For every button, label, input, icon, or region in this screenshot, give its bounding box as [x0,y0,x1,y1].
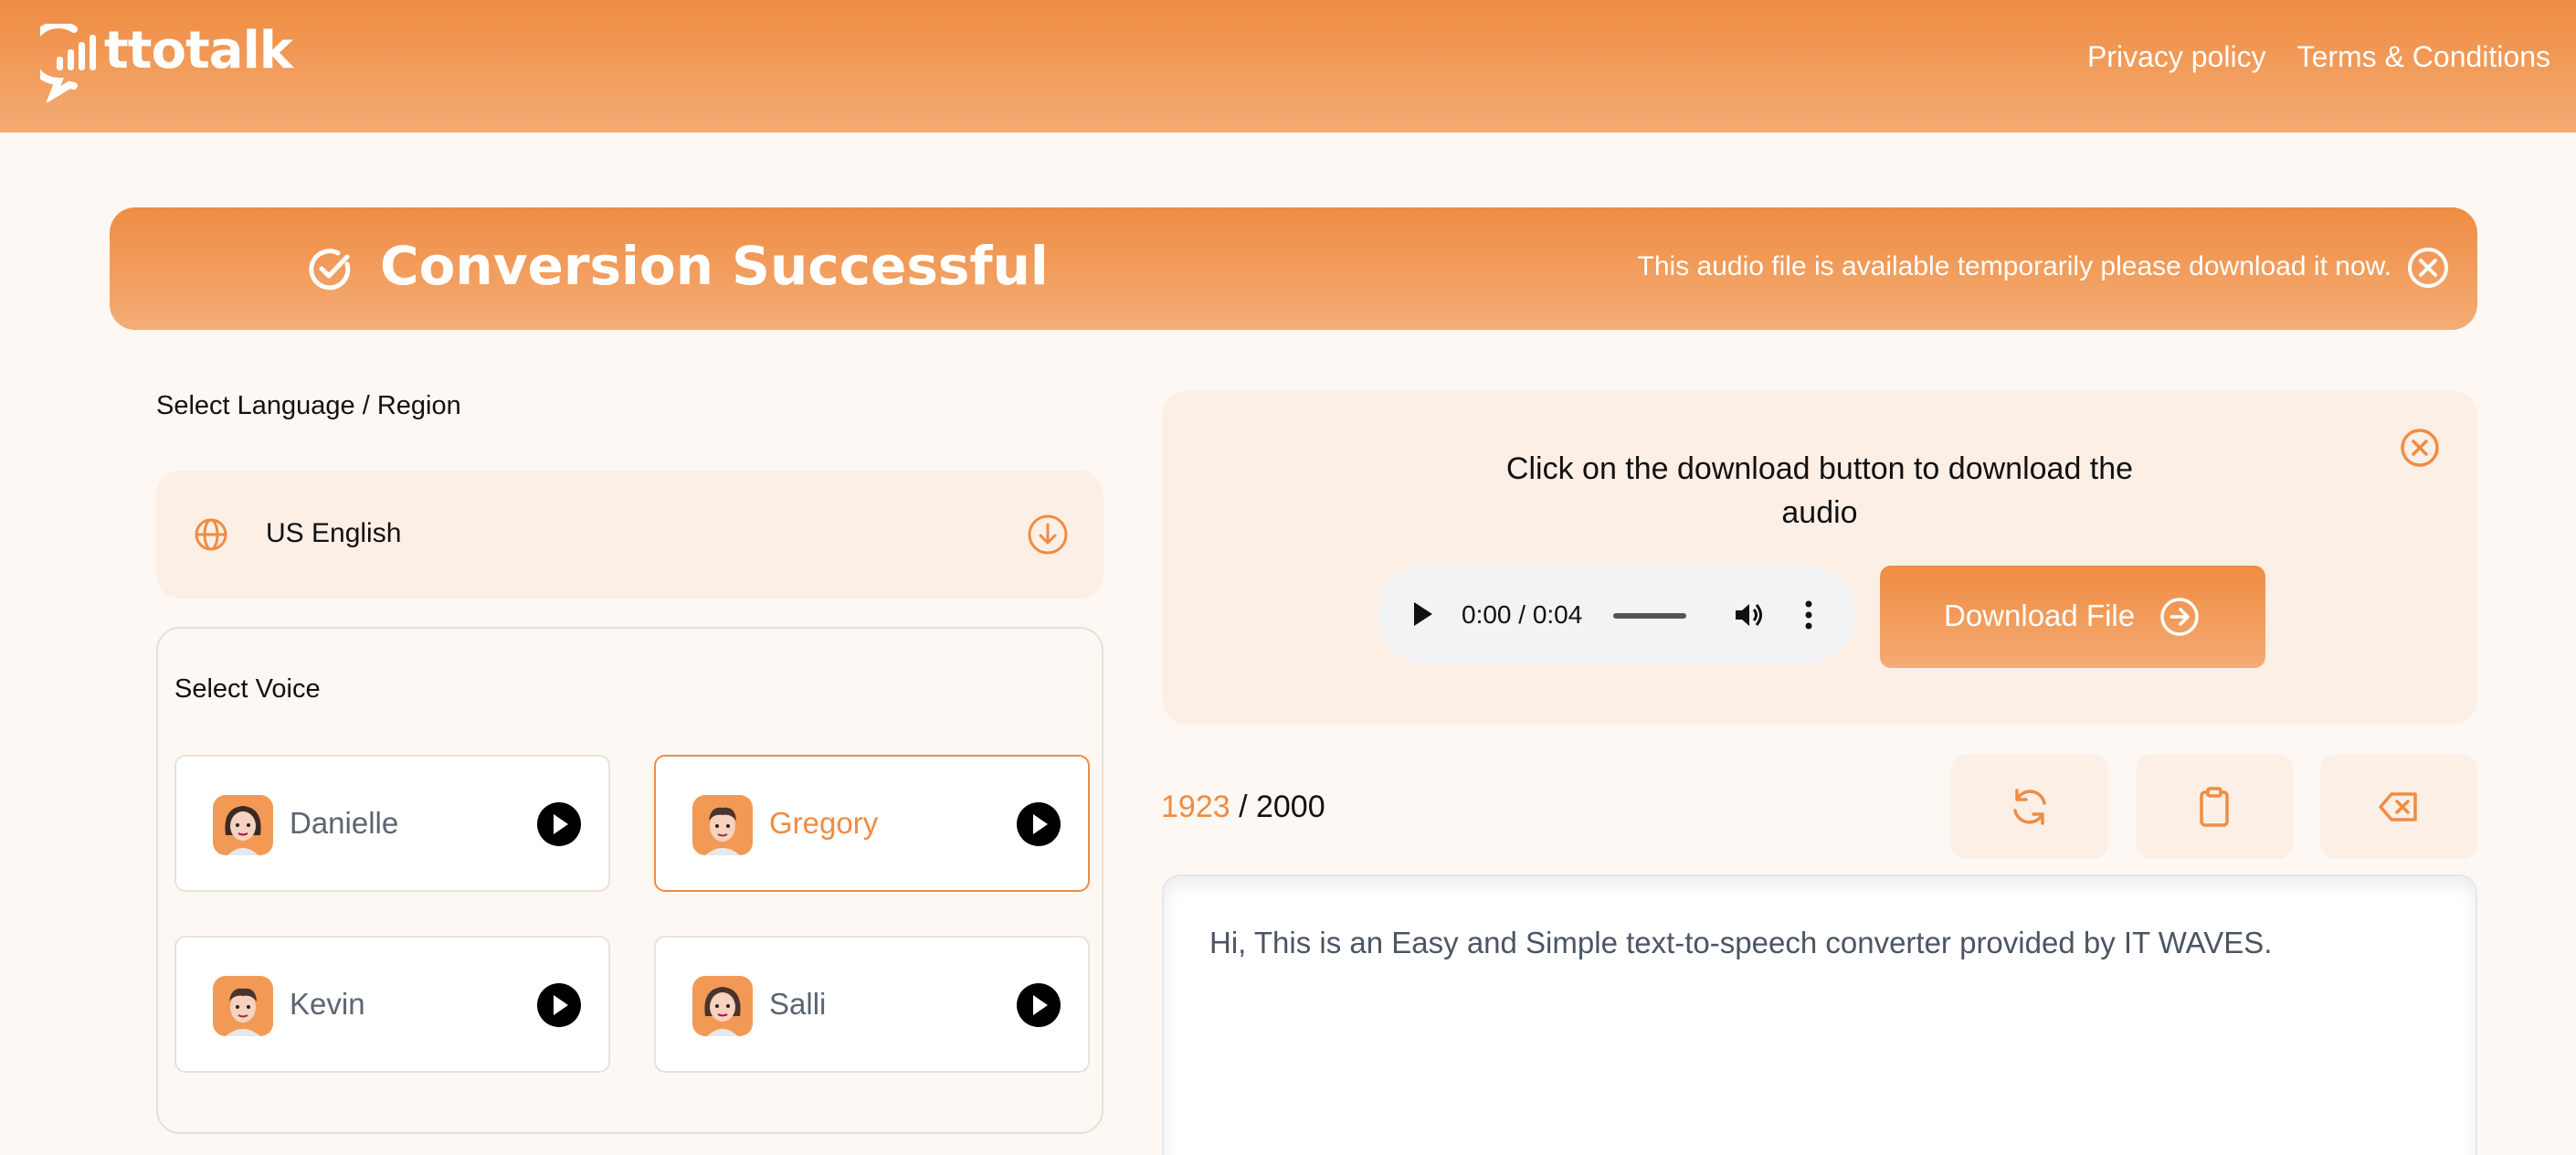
char-count: 1923 [1161,789,1230,824]
voice-card-danielle[interactable]: Danielle [174,755,610,892]
play-icon[interactable] [537,802,581,846]
close-circle-icon[interactable] [2406,246,2450,290]
privacy-policy-link[interactable]: Privacy policy [2087,40,2266,74]
input-text: Hi, This is an Easy and Simple text-to-s… [1209,926,2273,959]
download-button-label: Download File [1944,599,2136,632]
terms-conditions-link[interactable]: Terms & Conditions [2297,40,2550,74]
volume-icon[interactable] [1732,599,1765,631]
avatar [692,795,753,855]
backspace-icon [2379,792,2417,821]
chevron-down-circle-icon [1028,514,1068,555]
brand-name: ttotalk [104,20,293,80]
globe-icon [195,518,227,551]
voice-name: Danielle [290,806,399,840]
player-time: 0:00 / 0:04 [1462,600,1583,629]
top-nav: Privacy policy Terms & Conditions [2087,40,2550,74]
download-panel: Click on the download button to download… [1162,390,2477,725]
language-selected-value: US English [266,518,402,548]
banner-note: This audio file is available temporarily… [1637,251,2391,281]
play-icon[interactable] [1017,802,1061,846]
voice-panel: Select Voice Danielle Gregory Kevin Sall… [156,627,1103,1134]
conversion-success-banner: Conversion Successful This audio file is… [110,207,2477,330]
char-counter: 1923 / 2000 [1161,789,1325,825]
avatar [213,795,273,855]
player-progress-track[interactable] [1613,613,1686,619]
close-circle-icon[interactable] [2399,427,2441,469]
clipboard-icon [2200,787,2229,827]
language-label: Select Language / Region [156,391,461,420]
refresh-button[interactable] [1951,755,2108,859]
voice-card-kevin[interactable]: Kevin [174,936,610,1073]
voice-card-gregory[interactable]: Gregory [654,755,1090,892]
chat-bars-logo-icon [40,24,96,102]
avatar [213,976,273,1036]
audio-player: 0:00 / 0:04 [1378,566,1854,664]
banner-title: Conversion Successful [380,235,1049,297]
clear-button[interactable] [2320,755,2477,859]
top-header: ttotalk Privacy policy Terms & Condition… [0,0,2576,132]
refresh-icon [2013,789,2046,825]
char-limit: / 2000 [1239,789,1325,824]
language-select[interactable]: US English [156,471,1103,599]
download-message: Click on the download button to download… [1505,451,2134,530]
check-circle-icon [309,249,351,291]
copy-button[interactable] [2136,755,2293,859]
more-vertical-icon[interactable] [1803,599,1814,631]
play-icon[interactable] [1414,602,1432,626]
voice-name: Salli [769,987,827,1021]
text-input-area[interactable]: Hi, This is an Easy and Simple text-to-s… [1162,874,2477,1155]
arrow-right-circle-icon [2160,598,2199,636]
voice-card-salli[interactable]: Salli [654,936,1090,1073]
download-file-button[interactable]: Download File [1880,566,2265,668]
voice-label: Select Voice [174,674,321,704]
play-icon[interactable] [1017,983,1061,1027]
voice-name: Kevin [290,987,365,1021]
brand-logo[interactable]: ttotalk [40,20,293,104]
voice-name: Gregory [769,806,879,840]
play-icon[interactable] [537,983,581,1027]
avatar [692,976,753,1036]
